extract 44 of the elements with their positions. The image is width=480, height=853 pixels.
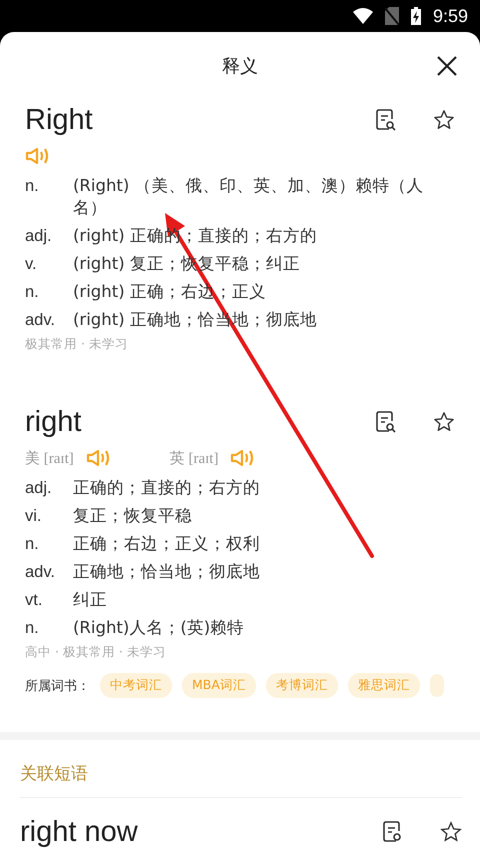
frequency-tags: 极其常用 · 未学习 xyxy=(25,336,455,353)
phonetic-label: 英 [raɪt] xyxy=(170,450,218,468)
search-document-icon[interactable] xyxy=(383,821,403,843)
vocabulary-book-tag[interactable]: MBA词汇 xyxy=(182,673,256,698)
definition-text: (right) 正确地；恰当地；彻底地 xyxy=(73,309,318,331)
part-of-speech: n. xyxy=(25,176,40,197)
definition-text: 正确；右边；正义；权利 xyxy=(73,533,261,555)
definition-text: 正确地；恰当地；彻底地 xyxy=(73,561,261,583)
book-list-label: 所属词书： xyxy=(25,678,90,694)
part-of-speech: v. xyxy=(25,254,38,275)
part-of-speech: n. xyxy=(25,534,40,555)
search-document-icon[interactable] xyxy=(376,411,396,433)
part-of-speech: n. xyxy=(25,618,40,639)
definition-text: (Right)人名；(英)赖特 xyxy=(73,617,246,639)
part-of-speech: adv. xyxy=(25,562,56,583)
definition-text: (Right) （美、俄、印、英、加、澳）赖特（人名） xyxy=(73,175,425,219)
headword: right xyxy=(25,406,82,438)
vocabulary-book-tag[interactable]: 中考词汇 xyxy=(100,673,172,698)
definition-text: 复正；恢复平稳 xyxy=(73,505,193,527)
battery-icon xyxy=(410,7,421,25)
part-of-speech: adj. xyxy=(25,478,53,499)
part-of-speech: n. xyxy=(25,282,40,303)
phrase-headword[interactable]: right now xyxy=(20,816,346,848)
part-of-speech: adj. xyxy=(25,226,53,247)
close-icon[interactable] xyxy=(436,55,458,77)
star-icon[interactable] xyxy=(433,411,455,433)
star-icon[interactable] xyxy=(440,821,462,843)
phonetic-label: 美 [raɪt] xyxy=(25,449,74,468)
clock-time: 9:59 xyxy=(432,6,468,26)
part-of-speech: vt. xyxy=(25,590,44,611)
no-sim-icon xyxy=(384,7,399,25)
part-of-speech: adv. xyxy=(25,310,56,331)
vocabulary-book-tag[interactable]: 雅思词汇 xyxy=(348,673,420,698)
wifi-icon xyxy=(352,8,373,24)
definition-text: 正确的；直接的；右方的 xyxy=(73,477,261,499)
section-title: 关联短语 xyxy=(20,763,89,786)
part-of-speech: vi. xyxy=(25,506,42,527)
star-icon[interactable] xyxy=(433,109,455,131)
dialog-title: 释义 xyxy=(222,55,258,78)
search-document-icon[interactable] xyxy=(376,109,396,131)
frequency-tags: 高中 · 极其常用 · 未学习 xyxy=(25,644,455,661)
vocabulary-book-tag[interactable]: 考博词汇 xyxy=(266,673,338,698)
headword: Right xyxy=(25,104,94,136)
definition-text: 纠正 xyxy=(73,589,108,611)
